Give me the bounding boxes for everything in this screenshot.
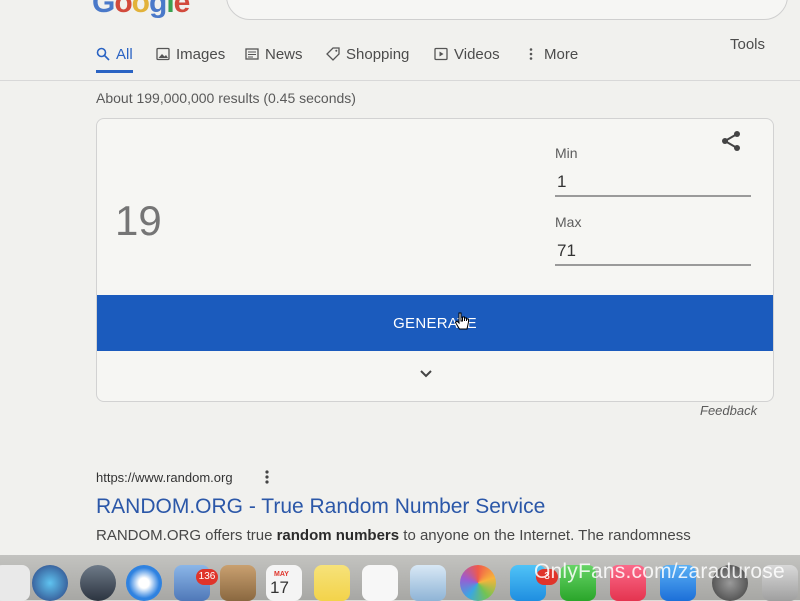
tools-label: Tools <box>730 35 766 53</box>
generated-number: 19 <box>115 197 162 244</box>
google-logo[interactable]: Google <box>92 0 190 20</box>
result-menu-icon[interactable] <box>262 468 272 486</box>
tab-images[interactable]: Images <box>156 40 225 68</box>
browser-page: Google All Images News Shopping Videos M… <box>0 0 800 555</box>
snippet-bold: random numbers <box>276 527 400 544</box>
generate-button[interactable]: GENERATE <box>97 295 773 351</box>
result-title-link[interactable]: RANDOM.ORG - True Random Number Service <box>96 495 545 519</box>
siri-icon[interactable] <box>32 565 68 601</box>
hand-cursor-icon <box>454 312 469 330</box>
feedback-link[interactable]: Feedback <box>700 403 757 418</box>
tools-button[interactable]: Tools <box>730 30 765 58</box>
news-icon <box>245 48 259 60</box>
random-number-generator: 19 Min Max GENERATE <box>96 118 774 402</box>
tab-all-label: All <box>116 45 133 63</box>
share-icon[interactable] <box>719 129 743 153</box>
safari-icon[interactable] <box>126 565 162 601</box>
tab-shopping-label: Shopping <box>346 45 410 63</box>
result-snippet: RANDOM.ORG offers true random numbers to… <box>96 527 691 544</box>
preview-icon[interactable] <box>410 565 446 601</box>
calendar-month: MAY <box>274 571 289 578</box>
snippet-text-1: RANDOM.ORG offers true <box>96 527 277 544</box>
max-input[interactable] <box>555 238 751 266</box>
tab-news-label: News <box>265 45 303 63</box>
result-url: https://www.random.org <box>96 470 233 485</box>
min-input[interactable] <box>555 169 751 197</box>
chevron-down-icon[interactable] <box>415 363 437 385</box>
snippet-text-2: to anyone on the Internet. The randomnes… <box>399 527 691 544</box>
tab-videos[interactable]: Videos <box>434 40 500 68</box>
tab-more[interactable]: More <box>524 40 578 68</box>
tab-news[interactable]: News <box>245 40 303 68</box>
tab-all[interactable]: All <box>96 40 133 73</box>
tag-icon <box>326 47 340 61</box>
watermark: OnlyFans.com/zaradurose <box>534 560 785 583</box>
search-tabs: All Images News Shopping Videos More Too… <box>96 36 786 73</box>
search-box[interactable] <box>226 0 788 20</box>
tabs-divider <box>0 80 800 81</box>
reminders-icon[interactable] <box>362 565 398 601</box>
launchpad-icon[interactable] <box>80 565 116 601</box>
contacts-icon[interactable] <box>220 565 256 601</box>
mail-badge: 136 <box>196 569 218 585</box>
tab-videos-label: Videos <box>454 45 500 63</box>
tab-more-label: More <box>544 45 579 63</box>
max-label: Max <box>555 214 582 230</box>
more-vertical-icon <box>529 48 533 60</box>
tab-images-label: Images <box>176 45 226 63</box>
min-label: Min <box>555 145 578 161</box>
finder-icon[interactable] <box>0 565 30 601</box>
results-stats: About 199,000,000 results (0.45 seconds) <box>96 90 356 106</box>
notes-icon[interactable] <box>314 565 350 601</box>
search-icon <box>96 47 110 61</box>
play-icon <box>434 47 448 61</box>
calendar-day: 17 <box>270 578 289 597</box>
photos-icon[interactable] <box>460 565 496 601</box>
tab-shopping[interactable]: Shopping <box>326 40 409 68</box>
image-icon <box>156 47 170 61</box>
